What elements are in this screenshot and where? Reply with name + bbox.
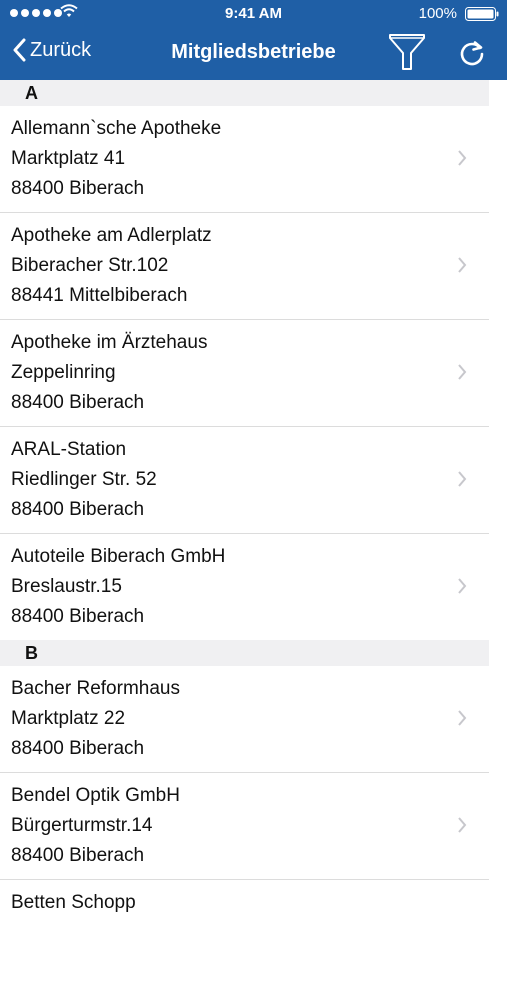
- refresh-icon[interactable]: [458, 39, 486, 67]
- list-item[interactable]: Bendel Optik GmbH Bürgerturmstr.14 88400…: [0, 773, 489, 880]
- navigation-bar: 9:41 AM 100% Zurück Mitgliedsbetriebe: [0, 0, 507, 80]
- business-city: 88400 Biberach: [11, 606, 145, 627]
- list-item[interactable]: Allemann`sche Apotheke Marktplatz 41 884…: [0, 106, 489, 213]
- business-street: Breslaustr.15: [11, 576, 122, 597]
- filter-icon[interactable]: [388, 32, 426, 72]
- business-street: Bürgerturmstr.14: [11, 815, 153, 836]
- back-button[interactable]: Zurück: [12, 38, 91, 62]
- business-name: Apotheke im Ärztehaus: [11, 332, 208, 353]
- status-bar: 9:41 AM 100%: [0, 0, 507, 28]
- business-city: 88400 Biberach: [11, 845, 145, 866]
- business-street: Zeppelinring: [11, 362, 116, 383]
- chevron-right-icon: [458, 578, 467, 594]
- chevron-right-icon: [458, 710, 467, 726]
- business-street: Biberacher Str.102: [11, 255, 169, 276]
- business-name: ARAL-Station: [11, 439, 127, 460]
- chevron-left-icon: [13, 38, 26, 62]
- list-item[interactable]: Apotheke am Adlerplatz Biberacher Str.10…: [0, 213, 489, 320]
- business-name: Bacher Reformhaus: [11, 678, 180, 699]
- back-label: Zurück: [30, 38, 92, 61]
- business-city: 88400 Biberach: [11, 178, 145, 199]
- business-street: Riedlinger Str. 52: [11, 469, 157, 490]
- list-item[interactable]: Autoteile Biberach GmbH Breslaustr.15 88…: [0, 534, 489, 640]
- business-city: 88441 Mittelbiberach: [11, 285, 188, 306]
- chevron-right-icon: [458, 817, 467, 833]
- business-city: 88400 Biberach: [11, 392, 145, 413]
- list-item[interactable]: Betten Schopp: [0, 880, 489, 986]
- battery-percentage: 100%: [418, 5, 457, 22]
- chevron-right-icon: [458, 150, 467, 166]
- list-item[interactable]: Bacher Reformhaus Marktplatz 22 88400 Bi…: [0, 666, 489, 773]
- chevron-right-icon: [458, 257, 467, 273]
- list-item[interactable]: Apotheke im Ärztehaus Zeppelinring 88400…: [0, 320, 489, 427]
- list-item[interactable]: ARAL-Station Riedlinger Str. 52 88400 Bi…: [0, 427, 489, 534]
- section-header-a: A: [0, 80, 489, 106]
- business-city: 88400 Biberach: [11, 738, 145, 759]
- business-city: 88400 Biberach: [11, 499, 145, 520]
- business-street: Marktplatz 41: [11, 148, 126, 169]
- page-title: Mitgliedsbetriebe: [171, 41, 336, 63]
- business-name: Allemann`sche Apotheke: [11, 118, 222, 139]
- battery-icon: [465, 7, 499, 21]
- chevron-right-icon: [458, 364, 467, 380]
- business-street: Marktplatz 22: [11, 708, 126, 729]
- chevron-right-icon: [458, 471, 467, 487]
- nav-header: Zurück Mitgliedsbetriebe: [0, 28, 507, 80]
- business-name: Apotheke am Adlerplatz: [11, 225, 212, 246]
- business-list: A Allemann`sche Apotheke Marktplatz 41 8…: [0, 80, 507, 986]
- business-name: Autoteile Biberach GmbH: [11, 546, 226, 567]
- business-name: Bendel Optik GmbH: [11, 785, 180, 806]
- business-name: Betten Schopp: [11, 892, 136, 913]
- section-header-b: B: [0, 640, 489, 666]
